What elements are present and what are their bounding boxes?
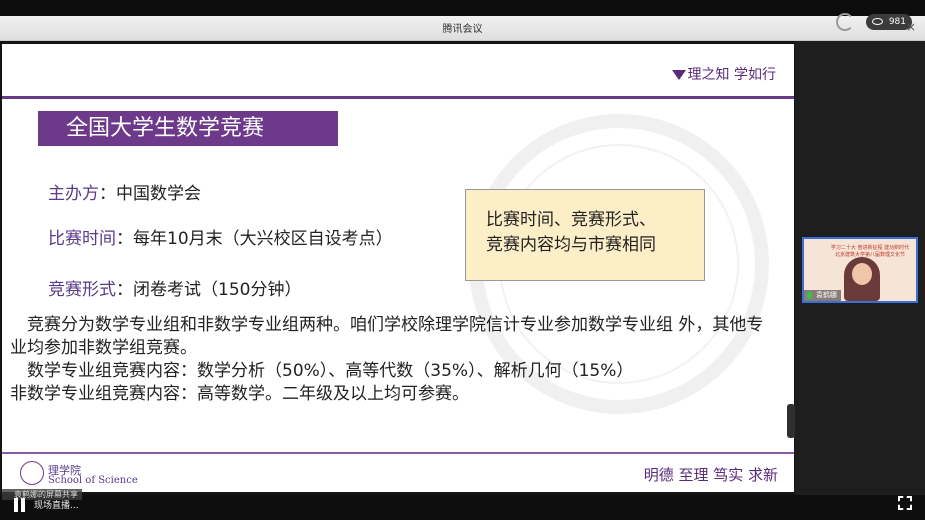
slide-title: 全国大学生数学竞赛 (38, 111, 338, 146)
school-logo-icon (20, 461, 44, 485)
logo-text-en: School of Science (48, 475, 138, 486)
paragraph-groups: 竞赛分为数学专业组和非数学专业组两种。咱们学校除理学院信计专业参加数学专业组 外… (10, 315, 764, 358)
close-icon[interactable]: × (906, 20, 916, 34)
participant-video-tile[interactable]: 学习二十大 奋进新征程 建功新时代 北京建筑大学第八届数理文化节 袁鹤娜 (802, 237, 918, 303)
refresh-icon[interactable] (836, 13, 854, 31)
viewer-count: 981 (888, 17, 906, 27)
top-black-strip (0, 0, 925, 16)
fullscreen-icon[interactable] (898, 496, 912, 510)
bottom-bar (0, 495, 925, 520)
slide-motto-top: 理之知 学如行 (671, 64, 776, 84)
pause-icon[interactable] (14, 498, 26, 512)
top-divider (2, 96, 794, 99)
paragraph-non-math: 非数学专业组竞赛内容：高等数学。二年级及以上均可参赛。 (10, 384, 469, 404)
paragraph-math-major: 数学专业组竞赛内容：数学分析（50%）、高等代数（35%）、解析几何（15%） (10, 361, 634, 381)
triangle-icon (671, 70, 686, 80)
presentation-slide: 理之知 学如行 全国大学生数学竞赛 主办方：中国数学会 比赛时间：每年10月末（… (2, 44, 794, 492)
eye-icon (872, 18, 883, 25)
window-title: 腾讯会议 (442, 24, 483, 35)
side-drag-handle[interactable] (787, 404, 795, 438)
slide-motto-bottom: 明德 至理 笃实 求新 (643, 466, 778, 484)
time-row: 比赛时间：每年10月末（大兴校区自设考点） (48, 229, 393, 249)
live-label: 现场直播... (34, 501, 79, 511)
mic-icon (807, 292, 812, 299)
format-row: 竞赛形式：闭卷考试（150分钟） (48, 280, 302, 300)
organizer-row: 主办方：中国数学会 (48, 184, 201, 204)
bottom-divider (2, 452, 794, 454)
participant-face (852, 263, 872, 285)
callout-box: 比赛时间、竞赛形式、 竞赛内容均与市赛相同 (465, 189, 705, 281)
participant-name-tag: 袁鹤娜 (804, 290, 841, 301)
window-titlebar: 腾讯会议 (0, 16, 925, 41)
